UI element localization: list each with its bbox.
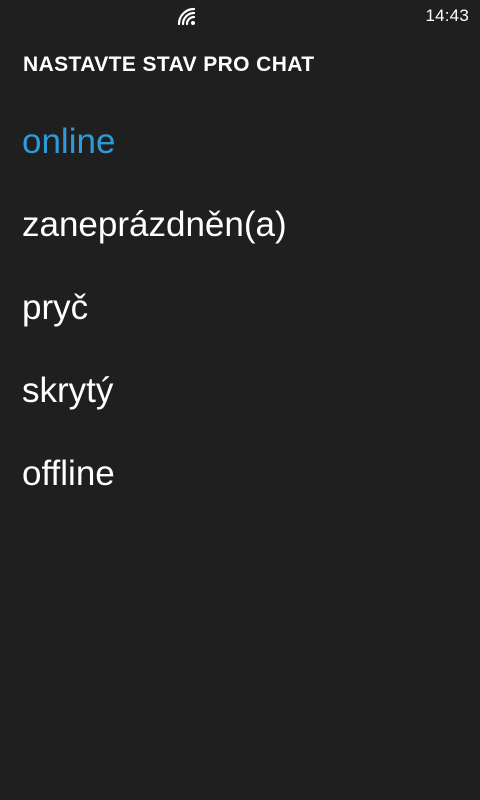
- status-option-offline[interactable]: offline: [0, 447, 480, 530]
- status-bar: 14:43: [0, 0, 480, 32]
- status-option-hidden[interactable]: skrytý: [0, 364, 480, 447]
- status-time: 14:43: [425, 6, 469, 25]
- status-option-label: online: [22, 122, 116, 161]
- status-option-label: zaneprázdněn(a): [22, 205, 287, 244]
- status-option-away[interactable]: pryč: [0, 281, 480, 364]
- page-title: NASTAVTE STAV PRO CHAT: [23, 53, 315, 76]
- status-option-label: skrytý: [22, 371, 114, 410]
- status-option-online[interactable]: online: [0, 115, 480, 198]
- status-option-busy[interactable]: zaneprázdněn(a): [0, 198, 480, 281]
- chat-status-list: online zaneprázdněn(a) pryč skrytý offli…: [0, 115, 480, 530]
- wifi-signal-icon: [176, 6, 198, 26]
- status-option-label: pryč: [22, 288, 89, 327]
- status-option-label: offline: [22, 454, 115, 493]
